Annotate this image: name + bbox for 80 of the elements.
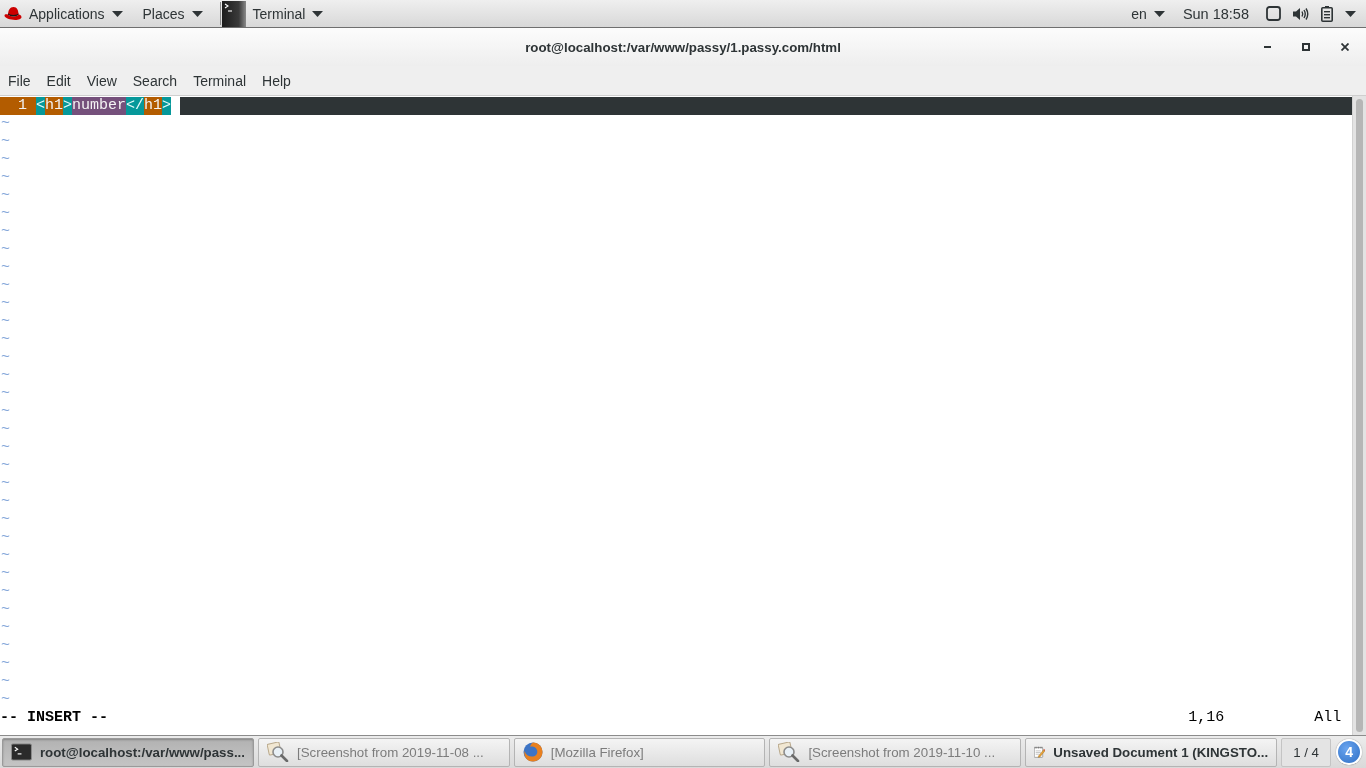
empty-line-marker: ~: [0, 655, 10, 673]
empty-line-marker: ~: [0, 439, 10, 457]
code-token: >: [162, 97, 172, 115]
empty-line-marker: ~: [0, 673, 10, 691]
empty-line-marker: ~: [0, 601, 10, 619]
empty-line-marker: ~: [0, 457, 10, 475]
code-token: >: [63, 97, 73, 115]
empty-line-marker: ~: [0, 511, 10, 529]
caret-icon: [111, 10, 123, 17]
workspace-switcher[interactable]: 1 / 4: [1281, 737, 1332, 767]
keyboard-layout-button[interactable]: en: [1121, 0, 1174, 27]
app-menu-button[interactable]: Terminal: [221, 0, 333, 27]
caret-icon: [312, 10, 324, 17]
scroll-position: All: [1314, 709, 1342, 727]
top-menu-button[interactable]: Places: [131, 0, 212, 27]
menu-item[interactable]: Help: [254, 67, 299, 94]
top-menu-button[interactable]: Applications: [0, 0, 132, 27]
terminal-icon: [221, 0, 246, 27]
code-token: <: [36, 97, 45, 115]
caret-icon: [1153, 10, 1165, 17]
empty-line-marker: ~: [0, 619, 10, 637]
taskbar-window-button[interactable]: Unsaved Document 1 (KINGSTO...: [1025, 737, 1278, 767]
empty-line-marker: ~: [0, 205, 10, 223]
clock[interactable]: Sun 18:58: [1173, 0, 1258, 27]
menu-item[interactable]: View: [78, 67, 125, 94]
empty-line-marker: ~: [0, 637, 10, 655]
code-token: h1: [45, 97, 64, 115]
scrollbar-thumb[interactable]: [1356, 99, 1363, 732]
minimize-icon: [1263, 46, 1271, 48]
menu-item[interactable]: Search: [124, 67, 186, 94]
rounded-square-icon: [1266, 6, 1281, 21]
empty-line-marker: ~: [0, 385, 10, 403]
empty-line-marker: ~: [0, 349, 10, 367]
empty-line-marker: ~: [0, 475, 10, 493]
caret-icon: [191, 10, 203, 17]
empty-line-marker: ~: [0, 241, 10, 259]
menu-item[interactable]: File: [0, 67, 39, 94]
battery-icon: [1321, 5, 1333, 22]
image-magnifier-icon: [267, 742, 289, 762]
empty-line-marker: ~: [0, 223, 10, 241]
cursor-position: 1,16: [1188, 709, 1225, 727]
code-token: number: [72, 97, 127, 115]
empty-line-marker: ~: [0, 565, 10, 583]
window-title: root@localhost:/var/www/passy/1.passy.com/html: [525, 39, 841, 55]
empty-line-marker: ~: [0, 313, 10, 331]
empty-line-marker: ~: [0, 367, 10, 385]
code-token: h1: [144, 97, 163, 115]
volume-icon: [1293, 6, 1309, 21]
mode-indicator: -- INSERT --: [0, 709, 109, 727]
maximize-icon: [1302, 43, 1310, 51]
empty-line-marker: ~: [0, 115, 10, 133]
empty-line-marker: ~: [0, 421, 10, 439]
line-number: 1: [0, 97, 36, 115]
menu-item[interactable]: Edit: [38, 67, 79, 94]
caret-icon: [1345, 10, 1356, 17]
taskbar-window-button[interactable]: [Screenshot from 2019-11-10 ...: [769, 737, 1022, 767]
image-magnifier-icon: [778, 742, 801, 762]
empty-line-marker: ~: [0, 277, 10, 295]
empty-line-marker: ~: [0, 529, 10, 547]
taskbar-window-button[interactable]: [Screenshot from 2019-11-08 ...: [258, 737, 510, 767]
empty-line-marker: ~: [0, 547, 10, 565]
terminal-icon: [11, 743, 32, 761]
empty-line-marker: ~: [0, 259, 10, 277]
empty-line-marker: ~: [0, 133, 10, 151]
close-icon: [1341, 43, 1349, 51]
empty-line-marker: ~: [0, 151, 10, 169]
empty-line-marker: ~: [0, 331, 10, 349]
code-token: </: [126, 97, 145, 115]
empty-line-marker: ~: [0, 295, 10, 313]
empty-line-marker: ~: [0, 691, 10, 709]
menu-item[interactable]: Terminal: [185, 67, 255, 94]
empty-line-marker: ~: [0, 187, 10, 205]
empty-line-marker: ~: [0, 493, 10, 511]
empty-line-marker: ~: [0, 403, 10, 421]
taskbar-window-button[interactable]: [Mozilla Firefox]: [513, 737, 766, 767]
empty-line-marker: ~: [0, 169, 10, 187]
hat-icon: [4, 5, 22, 22]
globe-icon: [522, 742, 543, 762]
taskbar-window-button[interactable]: root@localhost:/var/www/pass...: [2, 737, 254, 767]
empty-line-marker: ~: [0, 583, 10, 601]
